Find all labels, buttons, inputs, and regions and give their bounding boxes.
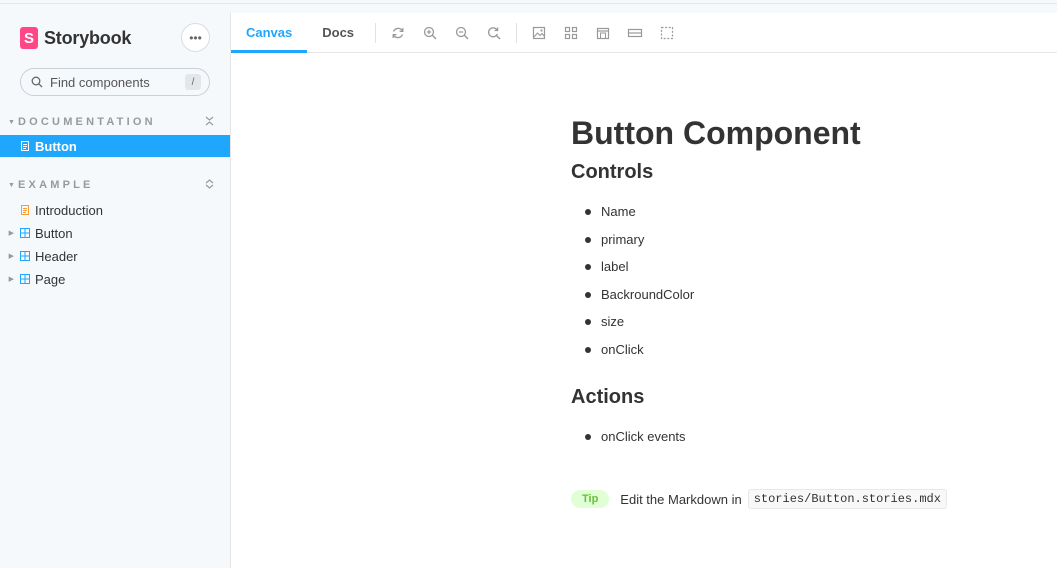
viewport-icon[interactable] — [587, 13, 619, 53]
brand-name: Storybook — [44, 27, 132, 48]
tab-docs[interactable]: Docs — [307, 13, 369, 53]
zoom-out-icon[interactable] — [446, 13, 478, 53]
zoom-in-icon[interactable] — [414, 13, 446, 53]
caret-right-icon: ▶ — [8, 230, 14, 237]
toolbar: Canvas Docs — [231, 13, 1057, 53]
search-input[interactable] — [50, 74, 180, 90]
sidebar-item-label: Button — [35, 138, 77, 154]
refresh-icon[interactable] — [382, 13, 414, 53]
grid-icon[interactable] — [555, 13, 587, 53]
sidebar-item-button[interactable]: ▶ Button — [0, 222, 230, 244]
controls-list: Name primary label BackroundColor size o… — [583, 203, 694, 369]
section-example[interactable]: ▼ EXAMPLE — [8, 177, 214, 193]
brand[interactable]: S Storybook — [20, 26, 131, 50]
sidebar-item-documentation-button[interactable]: Button — [0, 135, 230, 157]
controls-heading: Controls — [571, 161, 654, 183]
sidebar-item-label: Header — [35, 248, 78, 264]
search-box[interactable]: / — [20, 68, 210, 96]
list-item: onClick — [583, 341, 694, 369]
tip-badge: Tip — [571, 490, 610, 508]
caret-down-icon: ▼ — [8, 118, 15, 126]
tip-code-path: stories/Button.stories.mdx — [747, 489, 947, 509]
toolbar-divider — [516, 22, 518, 43]
sidebar-item-page[interactable]: ▶ Page — [0, 268, 230, 290]
background-icon[interactable] — [523, 13, 555, 53]
main-panel: Canvas Docs Button Component Controls Na… — [230, 13, 1057, 568]
caret-right-icon: ▶ — [8, 276, 14, 283]
outline-icon[interactable] — [651, 13, 683, 53]
tip-text: Edit the Markdown in — [620, 491, 742, 507]
expand-all-icon[interactable] — [204, 178, 214, 192]
collapse-all-icon[interactable] — [204, 116, 214, 129]
tip-callout: Tip Edit the Markdown in stories/Button.… — [571, 489, 947, 509]
component-icon — [20, 274, 30, 284]
sidebar-item-label: Page — [35, 271, 66, 287]
section-label: EXAMPLE — [18, 179, 94, 191]
list-item: BackroundColor — [583, 286, 694, 314]
section-label: DOCUMENTATION — [18, 116, 156, 128]
sidebar-menu-button[interactable]: ••• — [181, 23, 210, 52]
list-item: Name — [583, 203, 694, 231]
document-icon — [21, 205, 29, 215]
document-icon — [21, 141, 29, 151]
caret-right-icon: ▶ — [8, 253, 14, 260]
ellipsis-icon: ••• — [189, 30, 202, 45]
actions-heading: Actions — [571, 386, 645, 408]
measure-icon[interactable] — [619, 13, 651, 53]
page-title: Button Component — [571, 115, 861, 151]
sidebar-item-header[interactable]: ▶ Header — [0, 245, 230, 267]
caret-down-icon: ▼ — [8, 181, 15, 189]
component-icon — [20, 251, 30, 261]
sidebar: S Storybook ••• / ▼ DOCUMENTATION Button… — [0, 4, 230, 568]
sidebar-item-label: Button — [35, 225, 73, 241]
section-documentation[interactable]: ▼ DOCUMENTATION — [8, 114, 214, 130]
list-item: size — [583, 313, 694, 341]
list-item: onClick events — [583, 428, 686, 456]
component-icon — [20, 228, 30, 238]
storybook-logo-icon: S — [20, 27, 38, 49]
tab-canvas[interactable]: Canvas — [231, 13, 308, 53]
reset-zoom-icon[interactable] — [478, 13, 510, 53]
toolbar-divider — [375, 22, 377, 43]
actions-list: onClick events — [583, 428, 686, 456]
sidebar-item-label: Introduction — [35, 202, 103, 218]
list-item: label — [583, 258, 694, 286]
sidebar-item-introduction[interactable]: Introduction — [0, 199, 230, 221]
search-shortcut-badge: / — [185, 74, 201, 90]
list-item: primary — [583, 231, 694, 259]
search-icon — [31, 76, 43, 88]
